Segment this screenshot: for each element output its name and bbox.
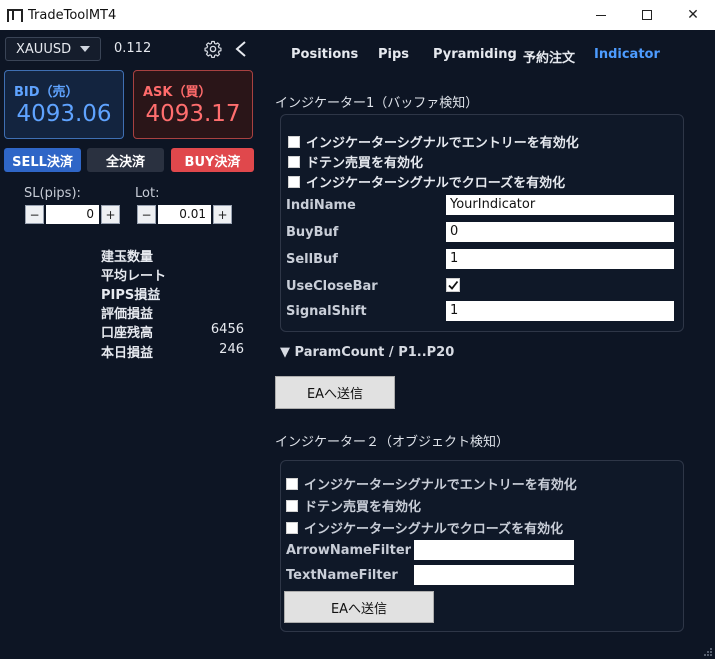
- window-title: TradeToolMT4: [28, 7, 117, 23]
- sl-decrement-button[interactable]: −: [25, 205, 44, 224]
- stat-today-pl-label: 本日損益: [101, 346, 154, 361]
- chevron-left-icon[interactable]: [234, 40, 248, 58]
- signal-shift-input[interactable]: 1: [446, 301, 674, 321]
- symbol-select[interactable]: XAUUSD: [5, 37, 101, 61]
- text-name-filter-label: TextNameFilter: [286, 568, 398, 583]
- buy-close-button[interactable]: BUY決済: [171, 148, 254, 172]
- indicator2-entry-checkbox-row[interactable]: インジケーターシグナルでエントリーを有効化: [286, 474, 577, 493]
- use-close-bar-label: UseCloseBar: [286, 279, 378, 294]
- sell-buf-label: SellBuf: [286, 252, 338, 267]
- tab-pyramiding[interactable]: Pyramiding: [433, 47, 517, 62]
- arrow-name-filter-input[interactable]: [414, 540, 574, 560]
- indicator2-title: インジケーター２（オブジェクト検知）: [275, 435, 510, 450]
- indicator1-entry-label: インジケーターシグナルでエントリーを有効化: [306, 136, 579, 151]
- stat-floating-pl-label: 評価損益: [101, 307, 154, 322]
- indicator2-doten-label: ドテン売買を有効化: [304, 500, 422, 515]
- indicator1-entry-checkbox[interactable]: [288, 135, 300, 148]
- chevron-down-icon: [80, 46, 90, 52]
- sell-buf-input[interactable]: 1: [446, 249, 674, 269]
- sl-increment-button[interactable]: +: [101, 205, 120, 224]
- indi-name-input[interactable]: YourIndicator: [446, 195, 674, 215]
- indicator2-entry-checkbox[interactable]: [286, 477, 298, 490]
- stat-pips-pl-label: PIPS損益: [101, 288, 161, 303]
- indicator1-close-checkbox[interactable]: [288, 175, 300, 188]
- indicator2-close-label: インジケーターシグナルでクローズを有効化: [304, 522, 564, 537]
- lot-decrement-button[interactable]: −: [137, 205, 156, 224]
- ask-price-box: ASK（買） 4093.17: [133, 70, 253, 139]
- ask-label: ASK（買）: [143, 85, 212, 100]
- indicator1-title: インジケーター1（バッファ検知）: [275, 96, 479, 111]
- indicator1-doten-checkbox-row[interactable]: ドテン売買を有効化: [288, 152, 423, 171]
- indicator2-doten-checkbox-row[interactable]: ドテン売買を有効化: [286, 496, 421, 515]
- indicator1-close-checkbox-row[interactable]: インジケーターシグナルでクローズを有効化: [288, 172, 565, 191]
- tab-reserved-orders[interactable]: 予約注文: [523, 47, 575, 66]
- stat-average-rate-label: 平均レート: [101, 269, 167, 284]
- sell-close-button[interactable]: SELL決済: [4, 148, 81, 172]
- sl-label: SL(pips):: [24, 186, 81, 201]
- param-count-toggle[interactable]: ▼ ParamCount / P1..P20: [280, 345, 454, 360]
- bid-price: 4093.06: [16, 101, 112, 127]
- buy-buf-label: BuyBuf: [286, 225, 339, 240]
- maximize-button[interactable]: [624, 0, 670, 30]
- stat-balance-value: 6456: [210, 322, 244, 337]
- bid-label: BID（売）: [14, 85, 79, 100]
- use-close-bar-checkbox[interactable]: [446, 278, 460, 292]
- maximize-icon: [642, 10, 652, 20]
- arrow-name-filter-label: ArrowNameFilter: [286, 543, 412, 558]
- lot-label: Lot:: [135, 186, 160, 201]
- title-bar: TradeToolMT4 ✕: [0, 0, 715, 30]
- ask-price: 4093.17: [145, 101, 241, 127]
- stat-balance-label: 口座残高: [101, 326, 154, 341]
- text-name-filter-input[interactable]: [414, 565, 574, 585]
- minimize-button[interactable]: [578, 0, 624, 30]
- indicator2-close-checkbox[interactable]: [286, 521, 298, 534]
- spread-value: 0.112: [114, 41, 152, 56]
- indi-name-label: IndiName: [286, 198, 356, 213]
- sl-input[interactable]: 0: [46, 205, 99, 224]
- indicator2-doten-checkbox[interactable]: [286, 499, 298, 512]
- indicator1-send-to-ea-button[interactable]: EAへ送信: [275, 376, 395, 409]
- indicator1-entry-checkbox-row[interactable]: インジケーターシグナルでエントリーを有効化: [288, 132, 579, 151]
- stat-position-size-label: 建玉数量: [101, 250, 154, 265]
- minimize-icon: [596, 14, 606, 16]
- lot-input[interactable]: 0.01: [158, 205, 211, 224]
- close-button[interactable]: ✕: [670, 0, 715, 30]
- gear-icon[interactable]: [204, 40, 222, 58]
- symbol-value: XAUUSD: [16, 41, 72, 57]
- resize-grip-icon[interactable]: [703, 647, 713, 657]
- indicator1-doten-checkbox[interactable]: [288, 155, 300, 168]
- lot-increment-button[interactable]: +: [213, 205, 232, 224]
- close-icon: ✕: [687, 7, 699, 23]
- buy-buf-input[interactable]: 0: [446, 222, 674, 242]
- tab-pips[interactable]: Pips: [378, 47, 409, 62]
- indicator1-doten-label: ドテン売買を有効化: [306, 156, 424, 171]
- indicator2-entry-label: インジケーターシグナルでエントリーを有効化: [304, 478, 577, 493]
- all-close-button[interactable]: 全決済: [87, 148, 164, 172]
- bid-price-box: BID（売） 4093.06: [4, 70, 124, 139]
- indicator2-close-checkbox-row[interactable]: インジケーターシグナルでクローズを有効化: [286, 518, 563, 537]
- tab-positions[interactable]: Positions: [291, 47, 358, 62]
- stat-today-pl-value: 246: [219, 342, 244, 357]
- indicator2-send-to-ea-button[interactable]: EAへ送信: [284, 591, 434, 623]
- signal-shift-label: SignalShift: [286, 304, 367, 319]
- app-icon: [7, 8, 23, 22]
- tab-indicator[interactable]: Indicator: [594, 47, 660, 62]
- indicator1-close-label: インジケーターシグナルでクローズを有効化: [306, 176, 566, 191]
